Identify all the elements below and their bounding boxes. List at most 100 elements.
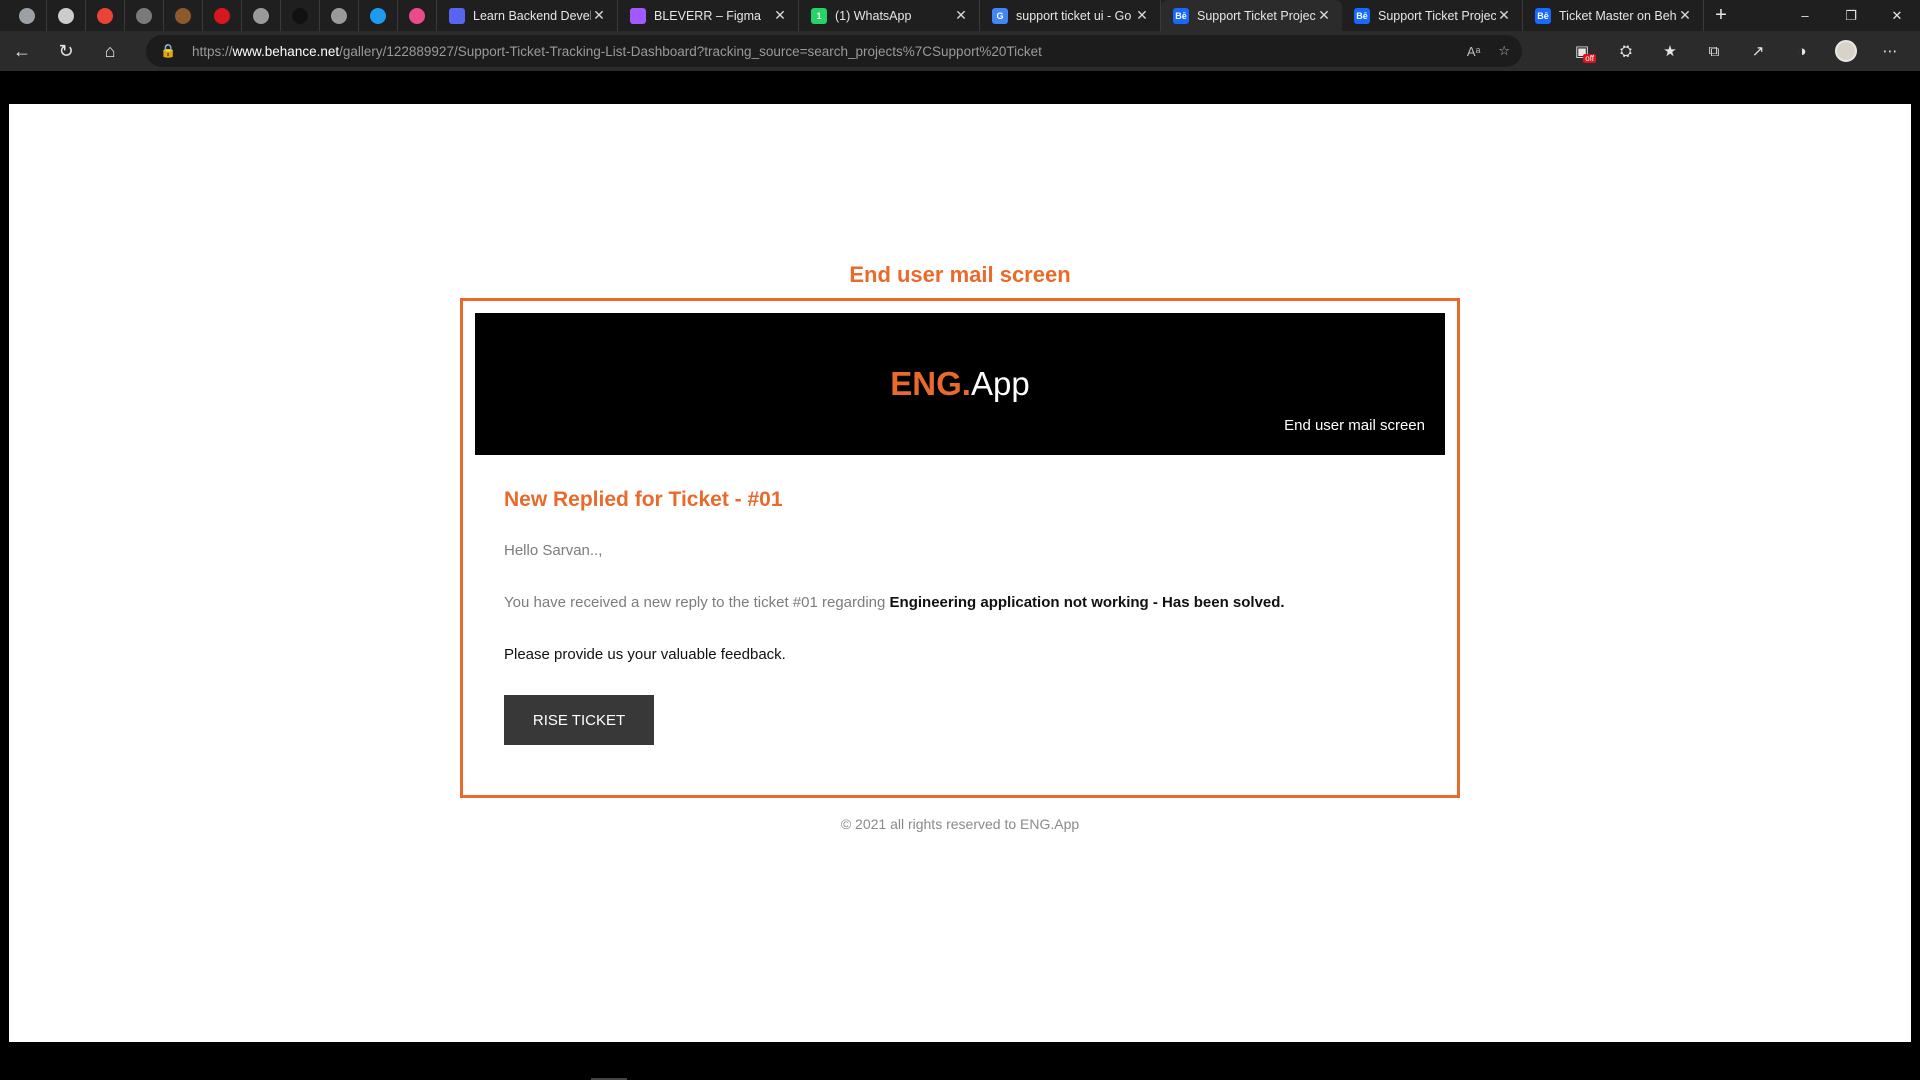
toolbar-actions: ▣ off ⛭ ★ ⧉ ↗ ◑ ⋯: [1560, 31, 1912, 71]
tab-title: support ticket ui - Go: [1016, 8, 1132, 23]
pinned-tab[interactable]: [164, 0, 203, 31]
browser-tab[interactable]: Gsupport ticket ui - Go ✕: [980, 0, 1161, 31]
copyright-footer: © 2021 all rights reserved to ENG.App: [840, 816, 1080, 832]
github-icon: [58, 7, 74, 24]
logo-accent: ENG.: [890, 365, 971, 402]
share-icon[interactable]: ↗: [1736, 31, 1780, 71]
tab-favicon-icon: 1: [811, 7, 827, 24]
minimize-button[interactable]: –: [1782, 0, 1828, 31]
pinned-tab[interactable]: [359, 0, 398, 31]
profile-sync-icon[interactable]: ◑: [1780, 31, 1824, 71]
add-favorite-icon[interactable]: ☆: [1498, 43, 1510, 59]
pinned-tab[interactable]: [320, 0, 359, 31]
greeting-text: Hello Sarvan..,: [504, 542, 603, 559]
pinned-tab[interactable]: [86, 0, 125, 31]
url-path: /gallery/122889927/Support-Ticket-Tracki…: [339, 43, 1042, 59]
feedback-request: Please provide us your valuable feedback…: [504, 646, 786, 663]
pinned-tab[interactable]: [281, 0, 320, 31]
url-prefix: https://: [192, 43, 233, 59]
lock-icon: 🔒: [160, 43, 177, 58]
close-tab-icon[interactable]: ✕: [1134, 7, 1150, 24]
tab-favicon-icon: Bē: [1535, 7, 1551, 24]
tab-favicon-icon: [449, 7, 465, 24]
close-tab-icon[interactable]: ✕: [1496, 7, 1512, 24]
dribbble-icon: [409, 7, 425, 24]
browser-tab[interactable]: Learn Backend Develo ✕: [437, 0, 618, 31]
tab-favicon-icon: [630, 7, 646, 24]
extensions-icon[interactable]: ⛭: [1604, 31, 1648, 71]
home-icon: ⌂: [104, 40, 116, 61]
tab-title: Support Ticket Projec: [1378, 8, 1496, 23]
new-tab-button[interactable]: +: [1704, 0, 1738, 31]
banner-subtitle: End user mail screen: [1284, 417, 1425, 434]
close-window-button[interactable]: ✕: [1874, 0, 1920, 31]
refresh-button[interactable]: ↻: [44, 31, 88, 71]
close-tab-icon[interactable]: ✕: [1677, 7, 1693, 24]
close-tab-icon[interactable]: ✕: [953, 7, 969, 24]
gmail-icon: [97, 7, 113, 24]
extension-off-icon[interactable]: ▣ off: [1560, 31, 1604, 71]
back-arrow-icon: ←: [13, 40, 31, 61]
email-card: ENG.App End user mail screen New Replied…: [460, 298, 1460, 798]
b-app-icon: [175, 7, 191, 24]
browser-tab[interactable]: Bē Support Ticket Projec ✕: [1342, 0, 1523, 31]
tab-list: Learn Backend Develo ✕ BLEVERR – Figma ✕ 1 (1…: [437, 0, 1704, 31]
tab-title: Learn Backend Develo: [473, 8, 591, 23]
browser-toolbar: ← ↻ ⌂ 🔒 https://www.behance.net/gallery/…: [0, 31, 1920, 71]
close-tab-icon[interactable]: ✕: [591, 7, 607, 24]
document-icon: [253, 7, 269, 24]
profile-avatar-button[interactable]: [1824, 31, 1868, 71]
avatar: [1835, 40, 1857, 62]
tab-strip: Learn Backend Develo ✕ BLEVERR – Figma ✕ 1 (1…: [0, 0, 1920, 31]
browser-tab[interactable]: Bē Support Ticket Projec ✕: [1161, 0, 1342, 31]
toggle-icon: [19, 7, 35, 24]
logo-text: App: [970, 365, 1030, 402]
circle-app-icon: [136, 7, 152, 24]
notion-icon: [292, 7, 308, 24]
page-title: End user mail screen: [849, 262, 1071, 287]
pinned-tab[interactable]: [8, 0, 47, 31]
pinned-tab[interactable]: [242, 0, 281, 31]
project-image: End user mail screen ENG.App End user ma…: [9, 104, 1911, 1042]
adobe-icon: [214, 7, 230, 24]
rise-ticket-button[interactable]: RISE TICKET: [504, 695, 654, 745]
close-tab-icon[interactable]: ✕: [1316, 7, 1332, 24]
pinned-tab[interactable]: [125, 0, 164, 31]
tab-title: BLEVERR – Figma: [654, 8, 761, 23]
pinned-tab[interactable]: [398, 0, 437, 31]
favorites-icon[interactable]: ★: [1648, 31, 1692, 71]
url-text: https://www.behance.net/gallery/12288992…: [192, 44, 1042, 59]
message-text: You have received a new reply to the tic…: [504, 594, 890, 611]
tab-title: Ticket Master on Beh: [1559, 8, 1677, 23]
back-button[interactable]: ←: [0, 31, 44, 71]
email-header-banner: ENG.App End user mail screen: [475, 313, 1445, 455]
browser-tab[interactable]: 1 (1) WhatsApp ✕: [799, 0, 980, 31]
tab-favicon-icon: Bē: [1173, 7, 1189, 24]
document-icon: [331, 7, 347, 24]
read-aloud-icon[interactable]: Aᵃ: [1467, 44, 1481, 59]
home-button[interactable]: ⌂: [88, 31, 132, 71]
close-tab-icon[interactable]: ✕: [772, 7, 788, 24]
pinned-tab[interactable]: [203, 0, 242, 31]
tab-title: Support Ticket Projec: [1197, 8, 1316, 23]
url-host: www.behance.net: [232, 43, 340, 59]
tab-title: (1) WhatsApp: [835, 8, 912, 23]
pinned-tab[interactable]: [47, 0, 86, 31]
window-controls: – ❐ ✕: [1782, 0, 1920, 31]
tab-favicon-icon: G: [992, 7, 1008, 24]
browser-tab[interactable]: BLEVERR – Figma ✕: [618, 0, 799, 31]
pinned-tabs: [0, 0, 437, 31]
message-highlight: Engineering application not working - Ha…: [889, 594, 1285, 611]
restore-button[interactable]: ❐: [1828, 0, 1874, 31]
off-badge: off: [1583, 54, 1596, 63]
app-logo: ENG.App: [475, 365, 1445, 403]
more-menu-icon[interactable]: ⋯: [1868, 31, 1912, 71]
browser-tab[interactable]: Bē Ticket Master on Beh ✕: [1523, 0, 1704, 31]
address-bar[interactable]: 🔒 https://www.behance.net/gallery/122889…: [146, 35, 1522, 67]
twitter-icon: [370, 7, 386, 24]
collections-icon[interactable]: ⧉: [1692, 31, 1736, 71]
reply-message: You have received a new reply to the tic…: [504, 594, 1285, 611]
page-viewport: End user mail screen ENG.App End user ma…: [0, 71, 1920, 1080]
refresh-icon: ↻: [58, 40, 74, 61]
ticket-title: New Replied for Ticket - #01: [504, 488, 783, 511]
